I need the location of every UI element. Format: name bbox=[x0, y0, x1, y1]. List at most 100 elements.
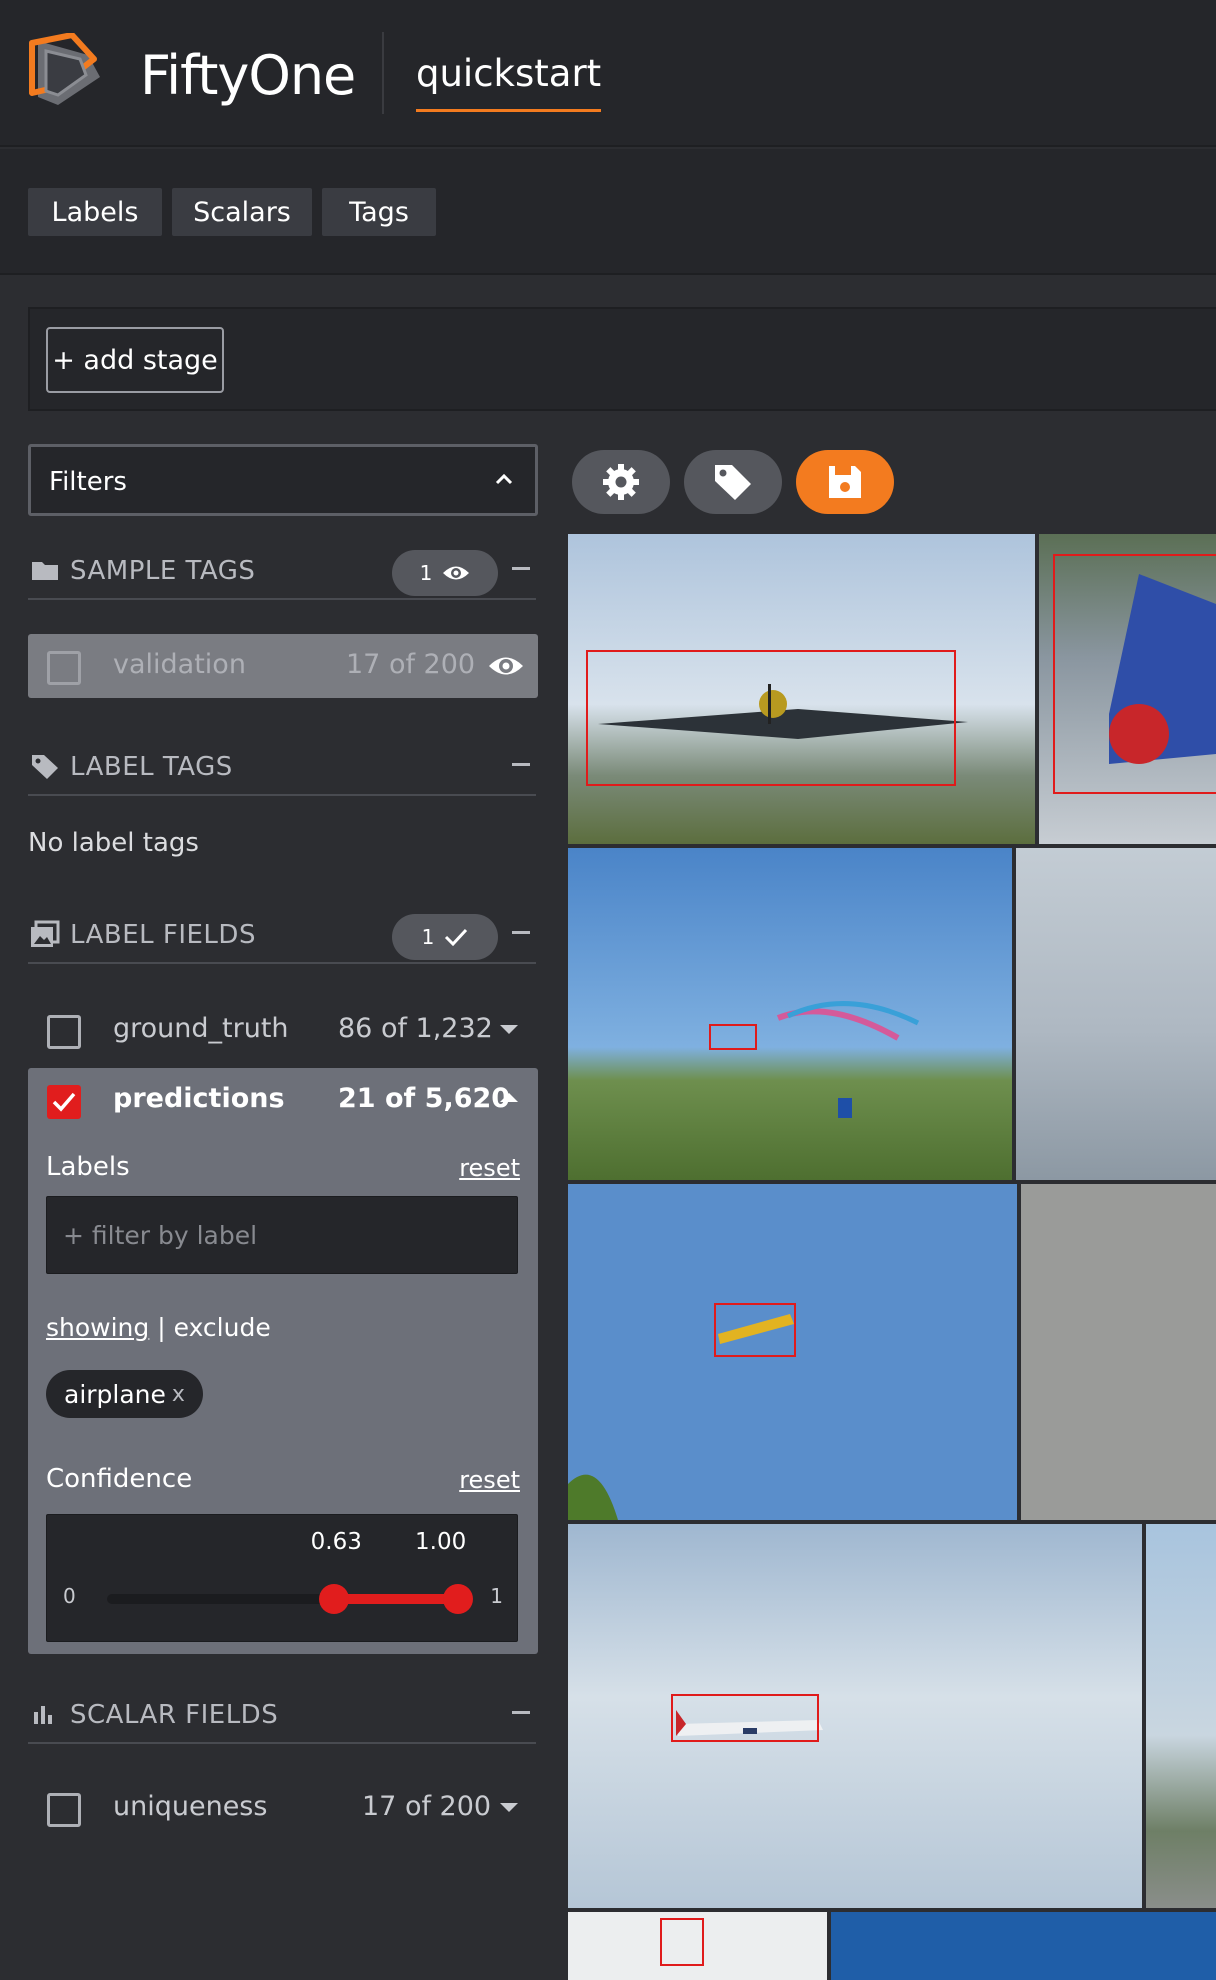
caret-down-icon[interactable] bbox=[500, 1803, 518, 1812]
field-row-uniqueness[interactable]: uniqueness 17 of 200 bbox=[28, 1776, 538, 1840]
gear-icon bbox=[603, 464, 639, 500]
toggle-separator: | bbox=[157, 1313, 166, 1342]
label-chip-airplane[interactable]: airplane x bbox=[46, 1370, 203, 1418]
add-stage-button[interactable]: + add stage bbox=[46, 327, 224, 393]
check-icon bbox=[445, 928, 468, 946]
field-count: 17 of 200 bbox=[362, 1791, 492, 1822]
sample-tile[interactable] bbox=[568, 1524, 1142, 1908]
field-count: 86 of 1,232 bbox=[338, 1013, 493, 1044]
labels-title: Labels bbox=[46, 1152, 130, 1182]
sample-tags-header: SAMPLE TAGS 1 bbox=[28, 550, 536, 600]
remove-chip-icon[interactable]: x bbox=[172, 1382, 185, 1407]
ground-truth-checkbox[interactable] bbox=[47, 1015, 81, 1049]
bar-chart-icon bbox=[34, 1706, 52, 1724]
sample-tags-title: SAMPLE TAGS bbox=[70, 556, 256, 586]
confidence-low-handle[interactable] bbox=[318, 1584, 349, 1614]
prediction-bbox bbox=[709, 1024, 757, 1050]
pill-count: 1 bbox=[421, 925, 435, 949]
showing-option[interactable]: showing bbox=[46, 1313, 149, 1342]
sample-tile[interactable] bbox=[568, 1912, 827, 1980]
sample-tile[interactable] bbox=[568, 848, 1012, 1180]
sample-tag-row-validation[interactable]: validation 17 of 200 bbox=[28, 634, 538, 698]
chip-label: airplane bbox=[64, 1379, 166, 1409]
tag-count: 17 of 200 bbox=[346, 649, 476, 680]
confidence-title: Confidence bbox=[46, 1464, 193, 1494]
predictions-field-panel: predictions 21 of 5,620 Labels reset + f… bbox=[28, 1068, 538, 1654]
sidebar: Filters SAMPLE TAGS 1 validation 17 of 2… bbox=[28, 444, 538, 1974]
sample-tile[interactable] bbox=[1021, 1184, 1216, 1520]
chevron-up-icon bbox=[495, 473, 513, 485]
confidence-slider-range bbox=[333, 1594, 458, 1604]
prediction-bbox bbox=[660, 1918, 704, 1966]
sample-tile[interactable] bbox=[568, 534, 1035, 844]
folder-icon bbox=[32, 562, 58, 580]
field-name: predictions bbox=[113, 1083, 285, 1114]
sample-tags-visibility-pill[interactable]: 1 bbox=[392, 550, 498, 596]
label-filter-placeholder: + filter by label bbox=[63, 1221, 258, 1250]
collapse-label-tags-icon[interactable] bbox=[512, 763, 530, 766]
scalar-fields-title: SCALAR FIELDS bbox=[70, 1700, 279, 1730]
filters-dropdown[interactable]: Filters bbox=[28, 444, 538, 516]
check-icon bbox=[52, 1092, 76, 1112]
kites-image bbox=[776, 1001, 920, 1118]
exclude-option[interactable]: exclude bbox=[174, 1313, 271, 1342]
pill-count: 1 bbox=[419, 561, 433, 585]
airplane-image bbox=[676, 1710, 823, 1736]
tag-name: validation bbox=[113, 649, 246, 680]
field-name: uniqueness bbox=[113, 1791, 268, 1822]
caret-up-icon[interactable] bbox=[500, 1093, 518, 1102]
view-stage-bar: + add stage bbox=[28, 307, 1216, 411]
confidence-reset-link[interactable]: reset bbox=[459, 1466, 520, 1494]
confidence-slider-track[interactable] bbox=[107, 1584, 473, 1614]
label-tags-header: LABEL TAGS bbox=[28, 746, 536, 796]
prediction-bbox bbox=[671, 1694, 819, 1742]
uniqueness-checkbox[interactable] bbox=[47, 1793, 81, 1827]
tab-tags[interactable]: Tags bbox=[322, 188, 436, 236]
save-view-button[interactable] bbox=[796, 450, 894, 514]
sample-grid-area bbox=[568, 444, 1216, 1980]
dataset-selector[interactable]: quickstart bbox=[416, 52, 602, 112]
sample-tile[interactable] bbox=[1146, 1524, 1216, 1908]
fiftyone-logo-icon bbox=[29, 33, 100, 105]
field-name: ground_truth bbox=[113, 1013, 289, 1044]
field-row-ground-truth[interactable]: ground_truth 86 of 1,232 bbox=[28, 998, 538, 1062]
collapse-sample-tags-icon[interactable] bbox=[512, 567, 530, 570]
settings-button[interactable] bbox=[572, 450, 670, 514]
caret-down-icon[interactable] bbox=[500, 1025, 518, 1034]
save-icon bbox=[829, 466, 861, 498]
sample-tile[interactable] bbox=[1039, 534, 1216, 844]
label-filter-input[interactable]: + filter by label bbox=[46, 1196, 518, 1274]
labels-reset-link[interactable]: reset bbox=[459, 1154, 520, 1182]
scalar-fields-header: SCALAR FIELDS bbox=[28, 1694, 536, 1744]
confidence-high-value: 1.00 bbox=[415, 1529, 467, 1555]
predictions-checkbox[interactable] bbox=[47, 1085, 81, 1119]
images-icon bbox=[31, 920, 60, 947]
no-label-tags-text: No label tags bbox=[28, 828, 199, 858]
label-fields-selected-pill[interactable]: 1 bbox=[392, 914, 498, 960]
validation-checkbox[interactable] bbox=[47, 651, 81, 685]
tab-labels[interactable]: Labels bbox=[28, 188, 162, 236]
label-tags-title: LABEL TAGS bbox=[70, 752, 233, 782]
sample-tile[interactable] bbox=[568, 1184, 1017, 1520]
tab-scalars[interactable]: Scalars bbox=[172, 188, 312, 236]
tab-bar: Labels Scalars Tags bbox=[0, 149, 1216, 275]
app-header: FiftyOne quickstart bbox=[0, 0, 1216, 147]
filters-title: Filters bbox=[49, 467, 127, 497]
confidence-max: 1 bbox=[490, 1584, 503, 1608]
eye-icon[interactable] bbox=[488, 654, 524, 678]
collapse-scalar-fields-icon[interactable] bbox=[512, 1711, 530, 1714]
brand-name[interactable]: FiftyOne bbox=[140, 44, 356, 107]
sample-tile[interactable] bbox=[1016, 848, 1216, 1180]
prediction-bbox bbox=[1053, 554, 1216, 794]
label-fields-header: LABEL FIELDS 1 bbox=[28, 914, 536, 964]
eye-icon bbox=[443, 566, 470, 580]
collapse-label-fields-icon[interactable] bbox=[512, 931, 530, 934]
show-exclude-toggle: showing | exclude bbox=[46, 1313, 271, 1342]
confidence-high-handle[interactable] bbox=[443, 1584, 473, 1614]
prediction-bbox bbox=[586, 650, 956, 786]
label-fields-title: LABEL FIELDS bbox=[70, 920, 256, 950]
confidence-slider-box: 0.63 1.00 0 1 bbox=[46, 1514, 518, 1642]
tag-samples-button[interactable] bbox=[684, 450, 782, 514]
sample-tile[interactable] bbox=[831, 1912, 1216, 1980]
confidence-low-value: 0.63 bbox=[310, 1529, 362, 1555]
